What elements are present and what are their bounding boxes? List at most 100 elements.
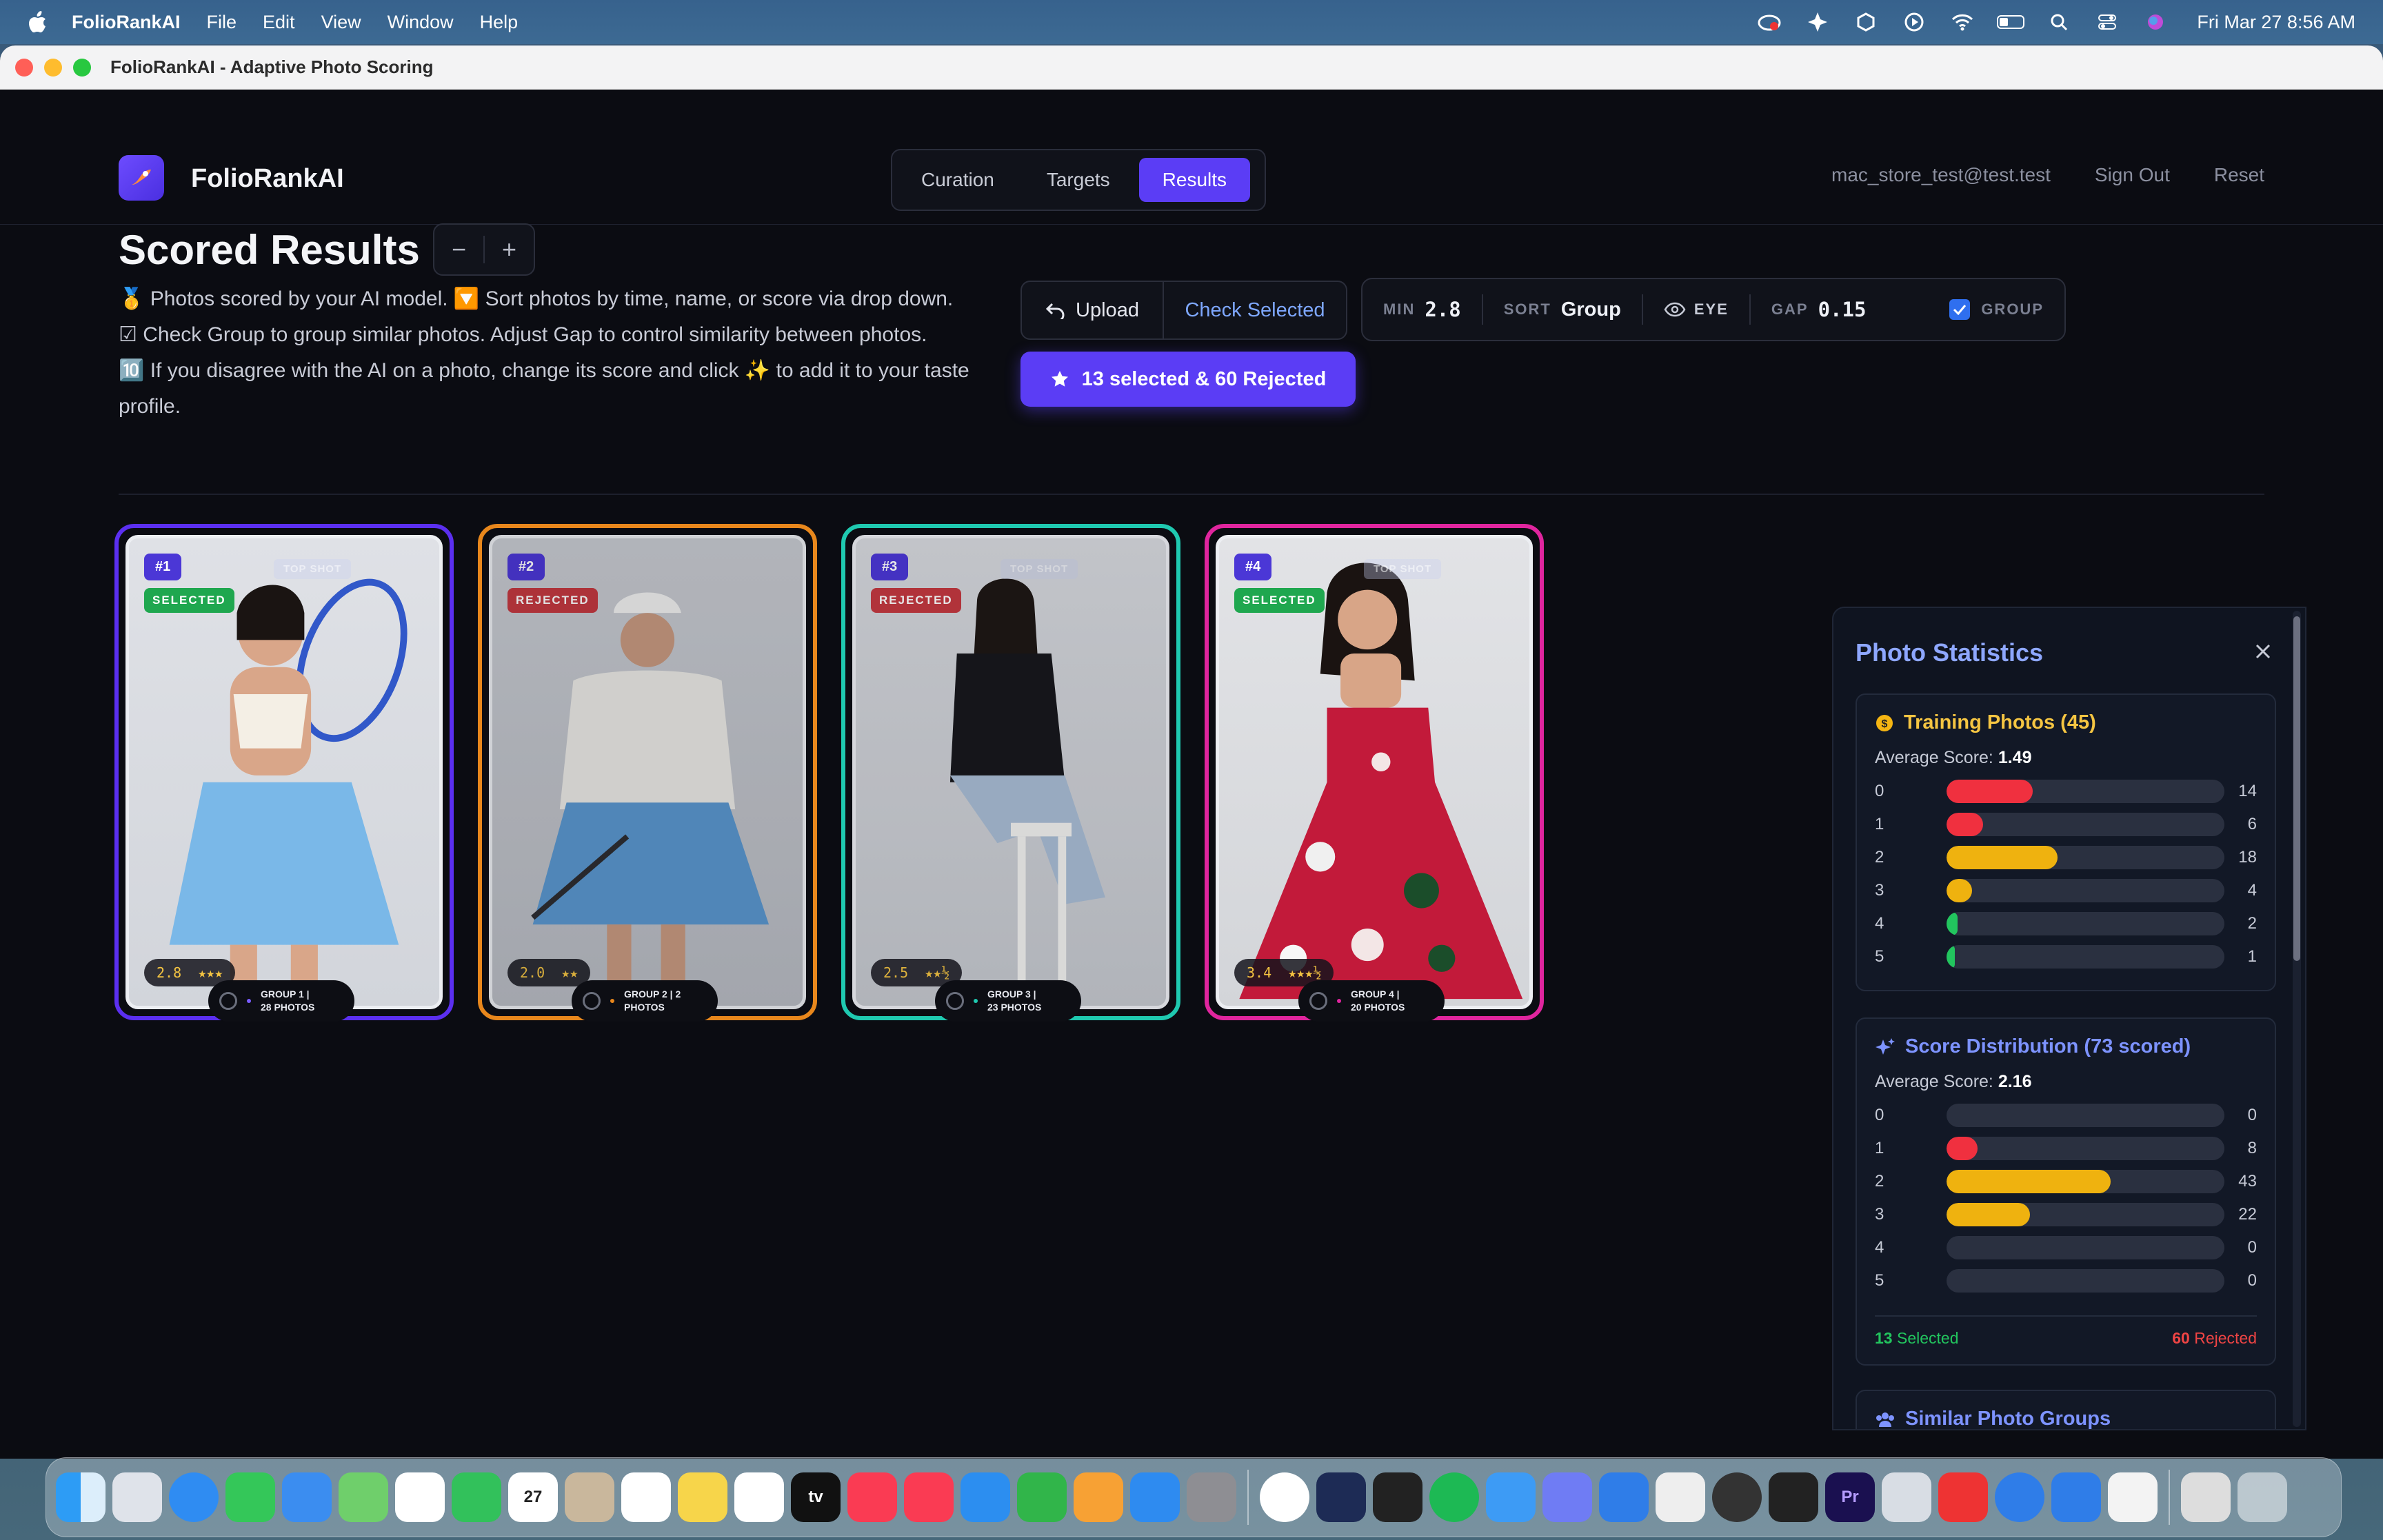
menu-window[interactable]: Window — [388, 12, 454, 33]
safari-icon[interactable] — [169, 1472, 219, 1522]
creative-cloud-dock-icon[interactable] — [1938, 1472, 1988, 1522]
chrome-icon[interactable] — [1260, 1472, 1309, 1522]
sort-select[interactable]: Group — [1561, 298, 1621, 321]
play-circle-icon[interactable] — [1900, 10, 1928, 34]
group-pill[interactable]: GROUP 3 | 23 PHOTOS — [935, 980, 1081, 1022]
xcode-instruments-icon[interactable] — [1316, 1472, 1366, 1522]
menu-file[interactable]: File — [207, 12, 237, 33]
testflight-icon[interactable] — [1486, 1472, 1536, 1522]
wifi-icon[interactable] — [1949, 10, 1976, 34]
photo-card[interactable]: #4 SELECTED TOP SHOT 3.4 ★★★½ GROUP 4 | 2… — [1205, 524, 1544, 1022]
music-icon[interactable] — [847, 1472, 897, 1522]
group-pill[interactable]: GROUP 2 | 2 PHOTOS — [572, 980, 718, 1022]
finder-icon[interactable] — [56, 1472, 105, 1522]
distribution-average: Average Score: 2.16 — [1875, 1072, 2032, 1091]
creative-cloud-icon[interactable] — [1756, 10, 1783, 34]
screen-sharing-icon[interactable] — [1542, 1472, 1592, 1522]
tv-icon[interactable]: tv — [791, 1472, 841, 1522]
messages-icon[interactable] — [225, 1472, 275, 1522]
keynote-icon[interactable] — [961, 1472, 1010, 1522]
news-icon[interactable] — [904, 1472, 954, 1522]
menu-view[interactable]: View — [321, 12, 361, 33]
menu-app-name[interactable]: FolioRankAI — [72, 12, 181, 33]
quicktime-icon[interactable] — [1995, 1472, 2044, 1522]
app-logo-icon[interactable] — [119, 155, 164, 201]
numbers-icon[interactable] — [1017, 1472, 1067, 1522]
minimize-window-button[interactable] — [44, 58, 62, 77]
score-bucket-label: 1 — [1875, 1139, 1884, 1157]
maps-icon[interactable] — [339, 1472, 388, 1522]
eye-label[interactable]: EYE — [1694, 301, 1729, 318]
menu-edit[interactable]: Edit — [263, 12, 295, 33]
zoom-in-button[interactable]: + — [485, 235, 534, 264]
app-store-icon[interactable] — [1130, 1472, 1180, 1522]
close-icon[interactable] — [2251, 640, 2275, 663]
disk-utility-icon[interactable] — [1882, 1472, 1931, 1522]
tab-curation[interactable]: Curation — [898, 158, 1018, 202]
window-preview-icon[interactable] — [2181, 1472, 2231, 1522]
page-description: 🥇 Photos scored by your AI model. 🔽 Sort… — [119, 281, 1015, 425]
selected-summary-button[interactable]: 13 selected & 60 Rejected — [1020, 352, 1356, 407]
histogram-track — [1947, 879, 2224, 902]
zoom-out-button[interactable]: − — [434, 235, 483, 264]
launchpad-icon[interactable] — [112, 1472, 162, 1522]
eye-icon[interactable] — [1664, 302, 1686, 317]
foliorank-dock-icon[interactable] — [2108, 1472, 2158, 1522]
sign-out-button[interactable]: Sign Out — [2095, 164, 2170, 186]
bucket-count: 18 — [2238, 848, 2257, 867]
terminal-icon[interactable] — [1373, 1472, 1422, 1522]
mail-icon[interactable] — [282, 1472, 332, 1522]
score-pill[interactable]: 2.0 ★★ — [507, 959, 591, 986]
reset-button[interactable]: Reset — [2214, 164, 2264, 186]
freeform-icon[interactable] — [734, 1472, 784, 1522]
menu-help[interactable]: Help — [480, 12, 519, 33]
photo-thumbnail[interactable]: #1 SELECTED TOP SHOT 2.8 ★★★ — [125, 535, 443, 1009]
sparkle-icon[interactable] — [1804, 10, 1831, 34]
photo-card[interactable]: #3 REJECTED TOP SHOT 2.5 ★★½ GROUP 3 | 23… — [841, 524, 1180, 1022]
group-pill[interactable]: GROUP 4 | 20 PHOTOS — [1298, 980, 1445, 1022]
xcode-icon[interactable] — [2051, 1472, 2101, 1522]
menu-clock[interactable]: Fri Mar 27 8:56 AM — [2197, 12, 2355, 33]
box-icon[interactable] — [1852, 10, 1880, 34]
check-selected-button[interactable]: Check Selected — [1164, 282, 1346, 338]
photo-thumbnail[interactable]: #2 REJECTED 2.0 ★★ — [489, 535, 806, 1009]
photo-card[interactable]: #2 REJECTED 2.0 ★★ GROUP 2 | 2 PHOTOS — [478, 524, 817, 1022]
min-value-input[interactable]: 2.8 — [1425, 298, 1460, 321]
calendar-icon[interactable]: 27 — [508, 1472, 558, 1522]
search-icon[interactable] — [2045, 10, 2073, 34]
panel-scrollbar[interactable] — [2293, 611, 2301, 1427]
maximize-window-button[interactable] — [73, 58, 91, 77]
notes-icon[interactable] — [678, 1472, 727, 1522]
trash-icon[interactable] — [2238, 1472, 2287, 1522]
apple-icon[interactable] — [28, 10, 48, 34]
activity-monitor-icon[interactable] — [1769, 1472, 1818, 1522]
files-icon[interactable] — [1599, 1472, 1649, 1522]
cube-app-icon[interactable] — [1656, 1472, 1705, 1522]
battery-icon[interactable] — [1997, 10, 2025, 34]
contacts-icon[interactable] — [565, 1472, 614, 1522]
reminders-icon[interactable] — [621, 1472, 671, 1522]
pages-icon[interactable] — [1074, 1472, 1123, 1522]
premiere-pro-icon[interactable]: Pr — [1825, 1472, 1875, 1522]
brand-name[interactable]: FolioRankAI — [191, 164, 344, 194]
photo-card[interactable]: #1 SELECTED TOP SHOT 2.8 ★★★ GROUP 1 | 28… — [114, 524, 454, 1022]
group-pill[interactable]: GROUP 1 | 28 PHOTOS — [208, 980, 354, 1022]
siri-icon[interactable] — [2142, 10, 2169, 34]
gap-value-input[interactable]: 0.15 — [1818, 298, 1867, 321]
spotify-icon[interactable] — [1429, 1472, 1479, 1522]
photo-thumbnail[interactable]: #3 REJECTED TOP SHOT 2.5 ★★½ — [852, 535, 1169, 1009]
photo-thumbnail[interactable]: #4 SELECTED TOP SHOT 3.4 ★★★½ — [1216, 535, 1533, 1009]
system-settings-icon[interactable] — [1187, 1472, 1236, 1522]
color-app-icon[interactable] — [1712, 1472, 1762, 1522]
facetime-icon[interactable] — [452, 1472, 501, 1522]
close-window-button[interactable] — [15, 58, 33, 77]
upload-button[interactable]: Upload — [1022, 282, 1164, 338]
group-checkbox[interactable] — [1949, 299, 1971, 320]
score-value: 2.8 — [157, 964, 182, 981]
tab-results[interactable]: Results — [1138, 158, 1251, 202]
tab-targets[interactable]: Targets — [1023, 158, 1134, 202]
similar-groups-box[interactable]: Similar Photo Groups — [1856, 1390, 2276, 1429]
control-center-icon[interactable] — [2093, 10, 2121, 34]
section-divider — [119, 494, 2264, 495]
photos-icon[interactable] — [395, 1472, 445, 1522]
